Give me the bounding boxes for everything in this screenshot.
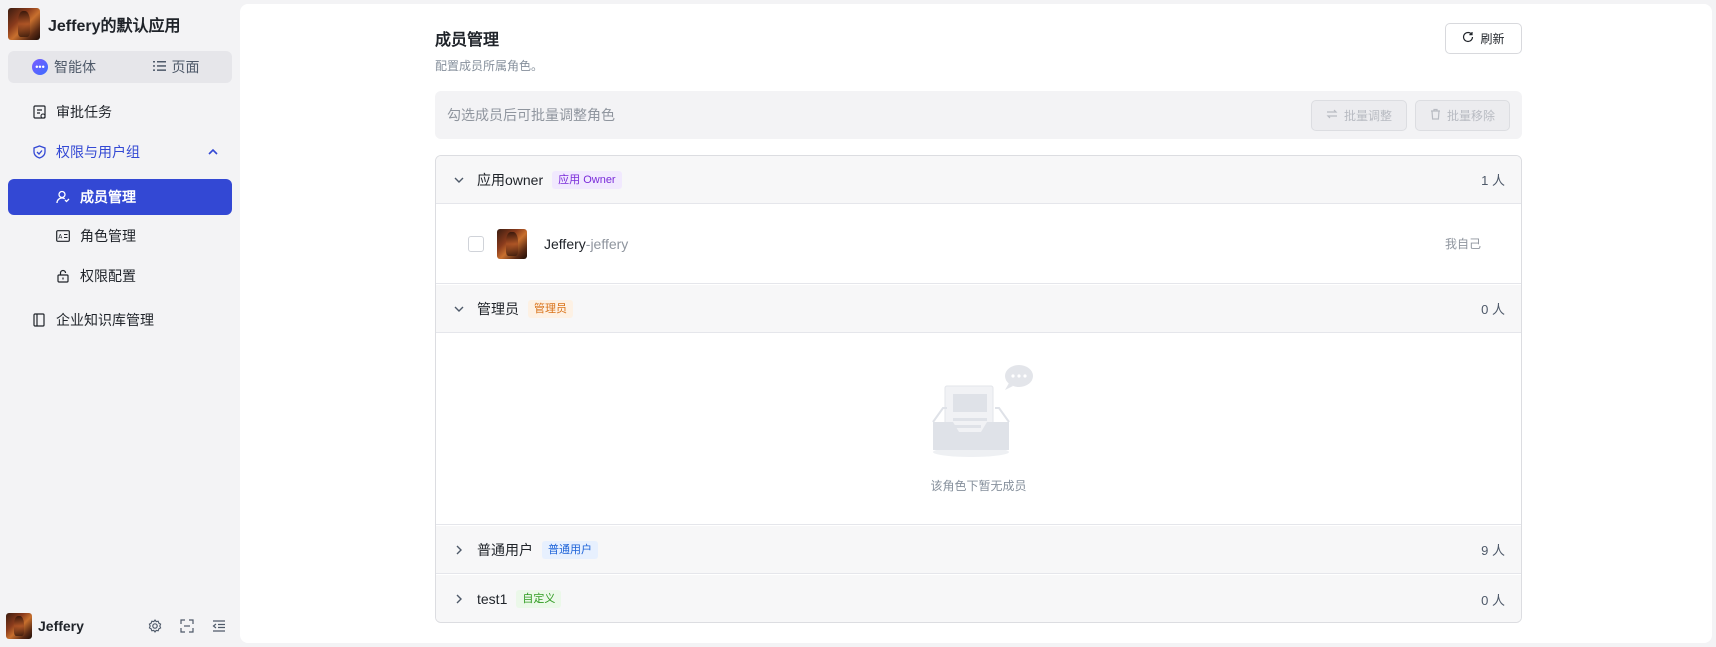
mode-switcher: ••• 智能体 页面 [8,51,232,83]
sidebar-item-members[interactable]: 成员管理 [8,179,232,215]
app-header[interactable]: Jeffery的默认应用 [8,8,180,40]
sidebar-item-roles[interactable]: A 角色管理 [8,218,232,254]
user-name: Jeffery [38,618,84,634]
sidebar: Jeffery的默认应用 ••• 智能体 页面 审批任务 权限与用户组 成员管理… [0,0,240,647]
id-card-icon: A [56,229,70,243]
role-member-table: 应用owner 应用 Owner 1 人 Jeffery - jeffery 我… [435,155,1522,623]
role-tag: 应用 Owner [552,170,622,189]
chevron-down-icon [453,306,465,312]
refresh-icon [1462,31,1474,46]
role-name: 普通用户 [477,541,533,558]
refresh-button[interactable]: 刷新 [1445,23,1522,54]
member-display-name: Jeffery [544,235,586,252]
empty-state: 该角色下暂无成员 [436,333,1521,525]
batch-remove-button[interactable]: 批量移除 [1414,99,1510,131]
role-header-user[interactable]: 普通用户 普通用户 9 人 [436,526,1521,574]
table-row[interactable]: Jeffery - jeffery 我自己 [436,204,1521,284]
role-header-test1[interactable]: test1 自定义 0 人 [436,575,1521,622]
role-name: 管理员 [477,300,519,317]
app-title: Jeffery的默认应用 [48,18,181,35]
swap-icon [1326,108,1338,122]
role-tag: 普通用户 [542,540,598,559]
avatar [497,228,527,259]
empty-state-label: 该角色下暂无成员 [930,478,1027,493]
role-tag: 自定义 [516,590,562,608]
svg-text:A: A [58,233,63,240]
sidebar-footer: Jeffery [6,611,234,641]
sidebar-item-knowledge[interactable]: 企业知识库管理 [8,302,232,338]
refresh-label: 刷新 [1480,32,1505,46]
footer-actions [144,615,230,637]
shield-icon [32,145,46,159]
book-icon [32,313,46,327]
batch-adjust-label: 批量调整 [1343,108,1392,123]
member-username: jeffery [590,235,629,252]
gear-icon[interactable] [144,615,166,637]
role-header-admin[interactable]: 管理员 管理员 0 人 [436,285,1521,333]
sidebar-item-permission-config[interactable]: 权限配置 [8,258,232,294]
page-title: 成员管理 [435,32,500,49]
chevron-right-icon [453,594,465,604]
batch-actions: 批量调整 批量移除 [1310,99,1510,131]
role-tag: 管理员 [528,299,573,318]
page-description: 配置成员所属角色。 [435,59,544,73]
role-name: 应用owner [477,171,544,188]
lock-icon [56,269,70,283]
member-checkbox[interactable] [468,235,484,252]
chevron-down-icon [453,177,465,183]
sidebar-group-label: 权限与用户组 [56,144,140,160]
member-icon [56,190,70,204]
batch-adjust-button[interactable]: 批量调整 [1310,99,1407,131]
sidebar-item-label: 审批任务 [56,104,112,120]
role-name: test1 [477,591,508,607]
tab-agent-label: 智能体 [54,59,96,75]
role-count: 0 人 [1481,592,1505,608]
sidebar-item-label: 权限配置 [80,268,136,284]
tab-page[interactable]: 页面 [120,51,232,83]
role-count: 9 人 [1481,543,1505,558]
list-icon [152,59,166,75]
chevron-right-icon [453,545,465,555]
agent-icon: ••• [32,59,48,75]
batch-remove-label: 批量移除 [1446,108,1495,123]
role-count: 0 人 [1481,302,1505,317]
chevron-up-icon [208,147,218,158]
trash-icon [1430,108,1441,123]
role-header-owner[interactable]: 应用owner 应用 Owner 1 人 [436,156,1521,204]
empty-inbox-icon [923,364,1035,467]
tab-agent[interactable]: ••• 智能体 [8,51,120,83]
sidebar-item-label: 角色管理 [80,228,136,244]
clipboard-icon [32,105,46,119]
sidebar-item-label: 成员管理 [80,189,136,205]
collapse-sidebar-icon[interactable] [208,615,230,637]
app-avatar [8,8,40,40]
sidebar-item-label: 企业知识库管理 [56,312,154,328]
fullscreen-icon[interactable] [176,615,198,637]
sidebar-item-approval[interactable]: 审批任务 [8,94,232,130]
role-count: 1 人 [1481,173,1505,188]
tab-page-label: 页面 [171,59,200,75]
user-avatar[interactable] [6,613,32,639]
batch-hint: 勾选成员后可批量调整角色 [447,107,615,123]
sidebar-group-permissions[interactable]: 权限与用户组 [8,134,232,170]
main-panel: 成员管理 配置成员所属角色。 刷新 勾选成员后可批量调整角色 批量调整 批量移除 [240,4,1712,643]
batch-toolbar: 勾选成员后可批量调整角色 批量调整 批量移除 [435,91,1522,139]
member-self-note: 我自己 [1444,237,1481,251]
